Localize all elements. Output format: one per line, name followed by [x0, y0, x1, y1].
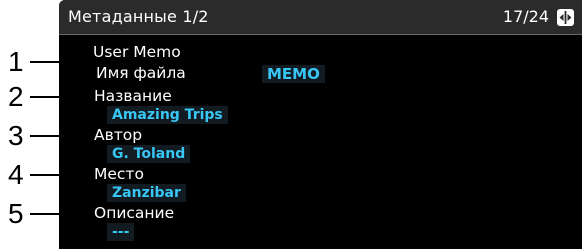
file-name-label: Имя файла	[96, 64, 186, 82]
location-label: Место	[94, 165, 144, 183]
title-value[interactable]: Amazing Trips	[107, 106, 228, 124]
page-counter: 17/24	[502, 7, 549, 26]
callout-number-1: 1	[8, 46, 24, 77]
title-label: Название	[94, 87, 172, 105]
callout-number-3: 3	[8, 120, 24, 151]
description-label: Описание	[94, 204, 175, 222]
dial-icon[interactable]	[557, 9, 574, 26]
callout-number-2: 2	[8, 81, 24, 112]
location-value[interactable]: Zanzibar	[107, 184, 186, 202]
file-name-value[interactable]: MEMO	[262, 65, 325, 83]
callout-number-5: 5	[8, 198, 24, 229]
description-value[interactable]: ---	[107, 223, 135, 241]
menu-header: Метаданные 1/2 17/24	[59, 0, 582, 35]
callout-number-4: 4	[8, 159, 24, 190]
user-memo-label: User Memo	[93, 43, 181, 61]
menu-title: Метаданные 1/2	[68, 7, 209, 26]
author-label: Автор	[94, 126, 143, 144]
author-value[interactable]: G. Toland	[107, 145, 191, 163]
